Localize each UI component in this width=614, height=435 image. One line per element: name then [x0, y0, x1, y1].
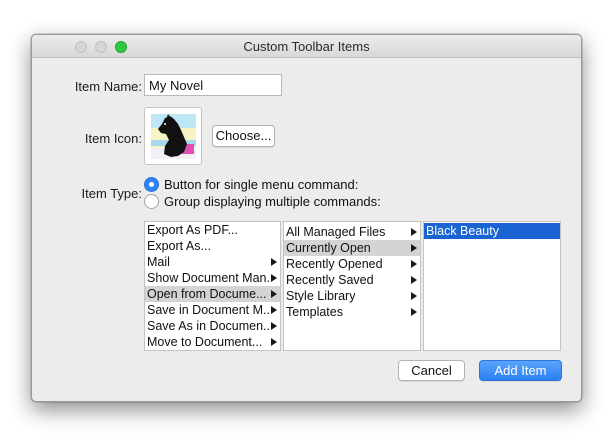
- disclosure-arrow-icon: [411, 260, 417, 268]
- item-name-input[interactable]: [144, 74, 282, 96]
- disclosure-arrow-icon: [411, 308, 417, 316]
- list-item[interactable]: Export As...: [145, 238, 280, 254]
- cancel-button[interactable]: Cancel: [398, 360, 465, 381]
- radio-single-command[interactable]: Button for single menu command:: [144, 176, 384, 194]
- title-bar: Custom Toolbar Items: [32, 35, 581, 58]
- list-item[interactable]: Recently Saved: [284, 272, 420, 288]
- custom-toolbar-items-dialog: Custom Toolbar Items Item Name: Item Ico…: [31, 34, 582, 402]
- item-icon-label: Item Icon:: [84, 131, 142, 146]
- disclosure-arrow-icon: [411, 228, 417, 236]
- item-icon-well[interactable]: [144, 107, 202, 165]
- radio-button-selected[interactable]: [144, 177, 159, 192]
- list-item[interactable]: Mail: [145, 254, 280, 270]
- menu-browser-column-1: Export As PDF... Export As... Mail Show …: [144, 221, 281, 351]
- item-name-label: Item Name:: [74, 79, 142, 94]
- list-item[interactable]: Move to Document...: [145, 334, 280, 350]
- list-item-selected[interactable]: Open from Docume...: [145, 286, 280, 302]
- list-item[interactable]: All Managed Files: [284, 224, 420, 240]
- disclosure-arrow-icon: [411, 276, 417, 284]
- list-item[interactable]: Templates: [284, 304, 420, 320]
- disclosure-arrow-icon: [271, 322, 277, 330]
- menu-browser-column-2: All Managed Files Currently Open Recentl…: [283, 221, 421, 351]
- radio-single-command-label: Button for single menu command:: [164, 177, 359, 192]
- list-item[interactable]: Show Document Man...: [145, 270, 280, 286]
- menu-browser-column-3: Black Beauty: [423, 221, 561, 351]
- disclosure-arrow-icon: [271, 258, 277, 266]
- item-type-label: Item Type:: [81, 186, 142, 201]
- list-item[interactable]: Recently Opened: [284, 256, 420, 272]
- radio-group-commands-label: Group displaying multiple commands:: [164, 194, 381, 209]
- disclosure-arrow-icon: [411, 292, 417, 300]
- list-item[interactable]: Style Library: [284, 288, 420, 304]
- window-title: Custom Toolbar Items: [243, 39, 370, 54]
- disclosure-arrow-icon: [411, 244, 417, 252]
- disclosure-arrow-icon: [271, 290, 277, 298]
- list-item-selected[interactable]: Black Beauty: [424, 223, 560, 239]
- add-item-button[interactable]: Add Item: [479, 360, 562, 381]
- horse-icon: [151, 114, 196, 159]
- list-item[interactable]: Save As in Documen...: [145, 318, 280, 334]
- list-item-selected[interactable]: Currently Open: [284, 240, 420, 256]
- list-item[interactable]: Export As PDF...: [145, 222, 280, 238]
- disclosure-arrow-icon: [271, 306, 277, 314]
- list-item[interactable]: Save in Document M...: [145, 302, 280, 318]
- radio-button-unselected[interactable]: [144, 194, 159, 209]
- choose-icon-button[interactable]: Choose...: [212, 125, 275, 147]
- disclosure-arrow-icon: [271, 274, 277, 282]
- radio-group-commands[interactable]: Group displaying multiple commands:: [144, 193, 404, 211]
- disclosure-arrow-icon: [271, 338, 277, 346]
